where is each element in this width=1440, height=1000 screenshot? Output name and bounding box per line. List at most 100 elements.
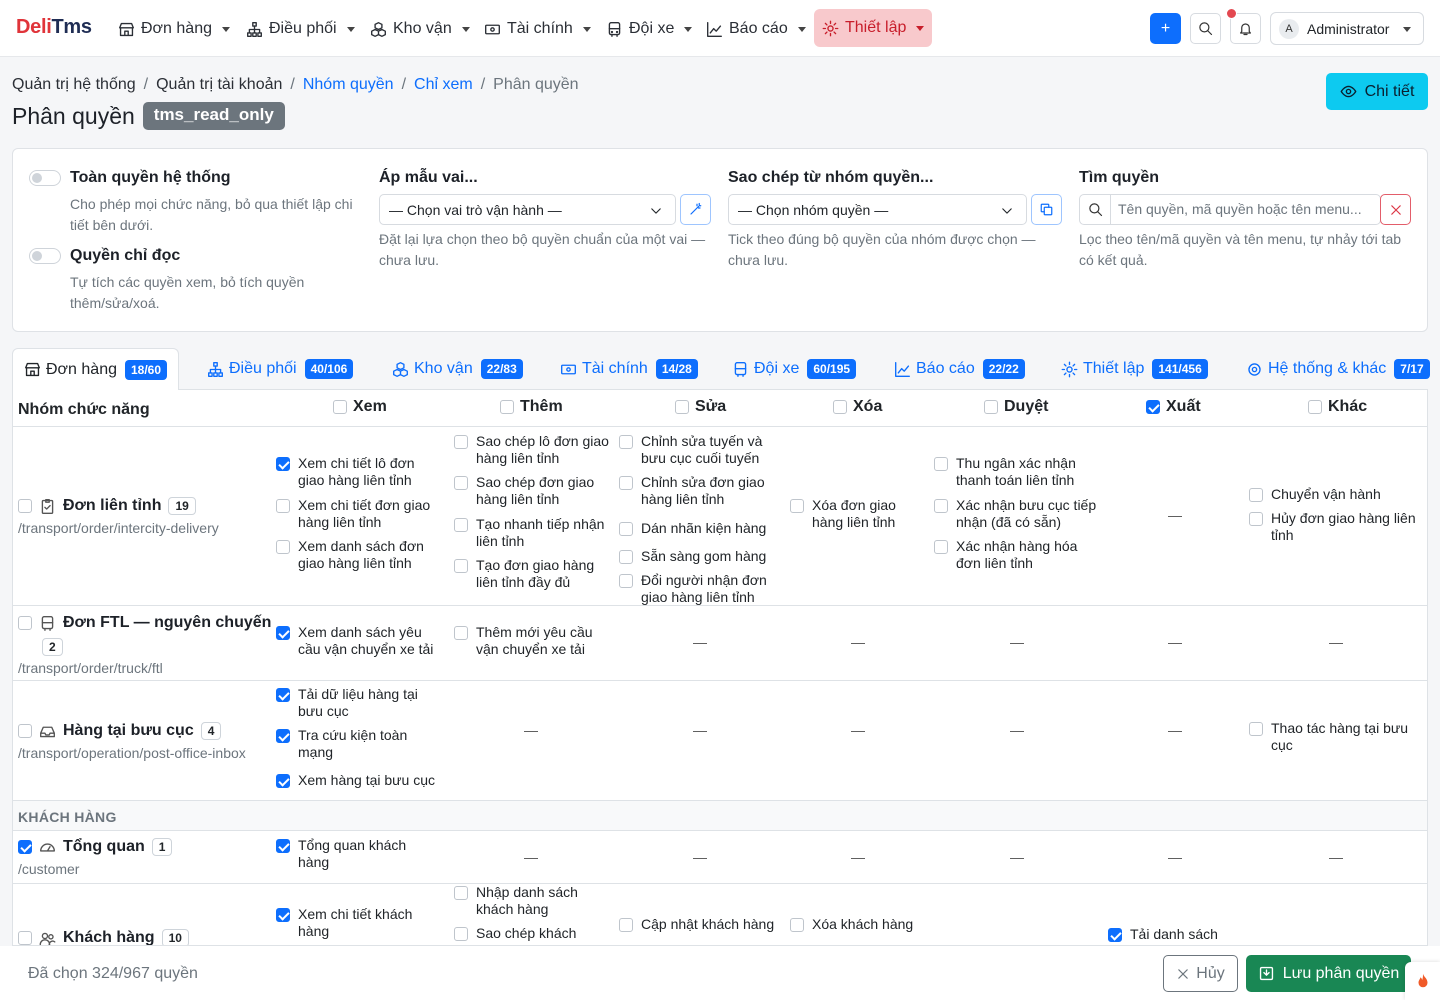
permission-item[interactable]: Tạo nhanh tiếp nhận liên tỉnh xyxy=(454,516,614,550)
flame-icon-glyph xyxy=(1418,973,1427,988)
col-view-checkbox[interactable] xyxy=(333,400,347,414)
clear-search-button[interactable] xyxy=(1380,194,1411,225)
tab-bao-cao[interactable]: Báo cáo 22/22 xyxy=(894,348,1025,390)
tab-don-hang[interactable]: Đơn hàng 18/60 xyxy=(12,348,180,391)
empty-cell: — xyxy=(1010,634,1024,650)
col-edit-checkbox[interactable] xyxy=(675,400,689,414)
gear-icon xyxy=(1061,361,1078,377)
col-add-checkbox[interactable] xyxy=(500,400,514,414)
col-other-checkbox[interactable] xyxy=(1308,400,1322,414)
apply-template-title: Áp mẫu vai... xyxy=(379,169,478,186)
permission-item[interactable]: Tổng quan khách hàng xyxy=(276,837,436,871)
detail-button[interactable]: Chi tiết xyxy=(1326,73,1428,110)
search-button[interactable] xyxy=(1190,13,1221,44)
permission-item[interactable]: Tra cứu kiện toàn mạng xyxy=(276,727,436,761)
col-group: Nhóm chức năng xyxy=(18,401,150,418)
permission-item[interactable]: Xem danh sách đơn giao hàng liên tỉnh xyxy=(276,538,436,572)
permission-item[interactable]: Xem chi tiết khách hàng xyxy=(276,906,436,940)
nav-bao-cao[interactable]: Báo cáo xyxy=(700,12,812,46)
permission-item[interactable]: Chỉnh sửa đơn giao hàng liên tỉnh xyxy=(619,474,779,508)
permission-item[interactable]: Sao chép lô đơn giao hàng liên tỉnh xyxy=(454,433,614,467)
permission-item[interactable]: Đổi người nhận đơn giao hàng liên tỉnh xyxy=(619,572,779,605)
read-only-toggle[interactable] xyxy=(29,248,61,264)
permission-item[interactable]: Cập nhật khách hàng xyxy=(619,916,789,933)
row-checkbox[interactable] xyxy=(18,724,32,738)
permission-item[interactable]: Thêm mới yêu cầu vận chuyển xe tải xyxy=(454,624,614,658)
breadcrumb-link[interactable]: Chỉ xem xyxy=(414,76,473,94)
empty-cell: — xyxy=(1010,722,1024,738)
col-edit[interactable]: Sửa xyxy=(675,398,726,416)
permission-item[interactable]: Thu ngân xác nhận thanh toán liên tỉnh xyxy=(934,455,1099,489)
permission-item[interactable]: Xem hàng tại bưu cục xyxy=(276,772,446,789)
nav-thiet-lap[interactable]: Thiết lập xyxy=(814,9,932,47)
permission-item[interactable]: Nhập danh sách khách hàng xyxy=(454,884,614,918)
permission-item[interactable]: Chuyển vận hành xyxy=(1249,486,1424,503)
role-template-select[interactable]: — Chọn vai trò vận hành — xyxy=(379,194,676,225)
tab-doi-xe[interactable]: Đội xe 60/195 xyxy=(732,348,857,390)
full-access-toggle[interactable] xyxy=(29,170,61,186)
permission-search-input[interactable] xyxy=(1118,201,1373,217)
permission-item[interactable]: Thao tác hàng tại bưu cục xyxy=(1249,720,1424,754)
col-delete[interactable]: Xóa xyxy=(833,398,882,416)
permission-item[interactable]: Sao chép đơn giao hàng liên tỉnh xyxy=(454,474,614,508)
bus-icon xyxy=(41,615,54,631)
permission-item[interactable]: Tải dữ liệu hàng tại bưu cục xyxy=(276,686,436,720)
col-add[interactable]: Thêm xyxy=(500,398,563,416)
brand-logo[interactable]: DeliTms xyxy=(16,16,92,39)
close-icon xyxy=(1390,204,1401,215)
tab-he-thong[interactable]: Hệ thống & khác 7/17 xyxy=(1246,348,1430,390)
permission-item[interactable]: Xóa đơn giao hàng liên tỉnh xyxy=(790,497,920,531)
breadcrumb-link[interactable]: Nhóm quyền xyxy=(303,76,394,94)
col-export-checkbox[interactable] xyxy=(1146,400,1160,414)
col-view[interactable]: Xem xyxy=(333,398,387,416)
permission-item[interactable]: Xóa khách hàng xyxy=(790,916,930,933)
boxes-icon xyxy=(371,21,386,37)
col-other[interactable]: Khác xyxy=(1308,398,1367,416)
permission-item[interactable]: Xem chi tiết lô đơn giao hàng liên tỉnh xyxy=(276,455,436,489)
permission-item[interactable]: Chỉnh sửa tuyến và bưu cục cuối tuyến xyxy=(619,433,779,467)
apply-template-button[interactable] xyxy=(680,194,711,225)
flame-icon[interactable] xyxy=(1405,962,1440,1000)
row-checkbox[interactable] xyxy=(18,931,32,945)
permission-item[interactable]: Xem danh sách yêu cầu vận chuyển xe tải xyxy=(276,624,436,658)
nav-tai-chinh[interactable]: Tài chính xyxy=(478,12,597,46)
breadcrumb-item[interactable]: Quản trị hệ thống xyxy=(12,76,136,94)
avatar: A xyxy=(1279,18,1299,39)
cancel-button[interactable]: Hủy xyxy=(1163,955,1238,992)
nav-doi-xe[interactable]: Đội xe xyxy=(600,12,698,46)
save-permissions-button[interactable]: Lưu phân quyền xyxy=(1246,955,1411,992)
row-checkbox[interactable] xyxy=(18,840,32,854)
tab-dieu-phoi[interactable]: Điều phối 40/106 xyxy=(207,348,354,390)
group-path: /transport/order/intercity-delivery xyxy=(18,520,219,536)
breadcrumb-item[interactable]: Quản trị tài khoản xyxy=(156,76,282,94)
quick-add-button[interactable]: + xyxy=(1150,13,1181,44)
tab-tai-chinh[interactable]: Tài chính 14/28 xyxy=(560,348,698,390)
tab-thiet-lap[interactable]: Thiết lập 141/456 xyxy=(1061,348,1208,390)
tab-kho-van[interactable]: Kho vận 22/83 xyxy=(392,348,523,390)
permission-item[interactable]: Tải danh sách xyxy=(1108,926,1248,943)
row-checkbox[interactable] xyxy=(18,499,32,513)
permission-item[interactable]: Sẵn sàng gom hàng xyxy=(619,548,779,565)
col-export[interactable]: Xuất xyxy=(1146,398,1201,416)
col-delete-checkbox[interactable] xyxy=(833,400,847,414)
permission-item[interactable]: Xác nhận bưu cục tiếp nhận (đã có sẵn) xyxy=(934,497,1099,531)
search-icon xyxy=(1089,203,1103,217)
search-help: Lọc theo tên/mã quyền và tên menu, tự nh… xyxy=(1079,231,1402,268)
col-approve[interactable]: Duyệt xyxy=(984,398,1048,416)
row-checkbox[interactable] xyxy=(18,616,32,630)
col-approve-checkbox[interactable] xyxy=(984,400,998,414)
nav-don-hang[interactable]: Đơn hàng xyxy=(112,12,236,46)
permission-item[interactable]: Dán nhãn kiện hàng xyxy=(619,520,779,537)
permission-item[interactable]: Xác nhận hàng hóa đơn liên tỉnh xyxy=(934,538,1099,572)
caret-down-icon xyxy=(461,26,470,32)
nav-kho-van[interactable]: Kho vận xyxy=(364,12,476,46)
permission-item[interactable]: Xem chi tiết đơn giao hàng liên tỉnh xyxy=(276,497,436,531)
nav-dieu-phoi[interactable]: Điều phối xyxy=(240,12,361,46)
copy-group-select[interactable]: — Chọn nhóm quyền — xyxy=(728,194,1027,225)
permission-item[interactable]: Sao chép khách xyxy=(454,925,614,942)
copy-group-button[interactable] xyxy=(1031,194,1062,225)
caret-down-icon xyxy=(684,26,693,32)
user-menu-button[interactable]: A Administrator xyxy=(1270,12,1424,45)
permission-item[interactable]: Tạo đơn giao hàng liên tỉnh đầy đủ xyxy=(454,557,614,591)
permission-item[interactable]: Hủy đơn giao hàng liên tỉnh xyxy=(1249,510,1424,544)
